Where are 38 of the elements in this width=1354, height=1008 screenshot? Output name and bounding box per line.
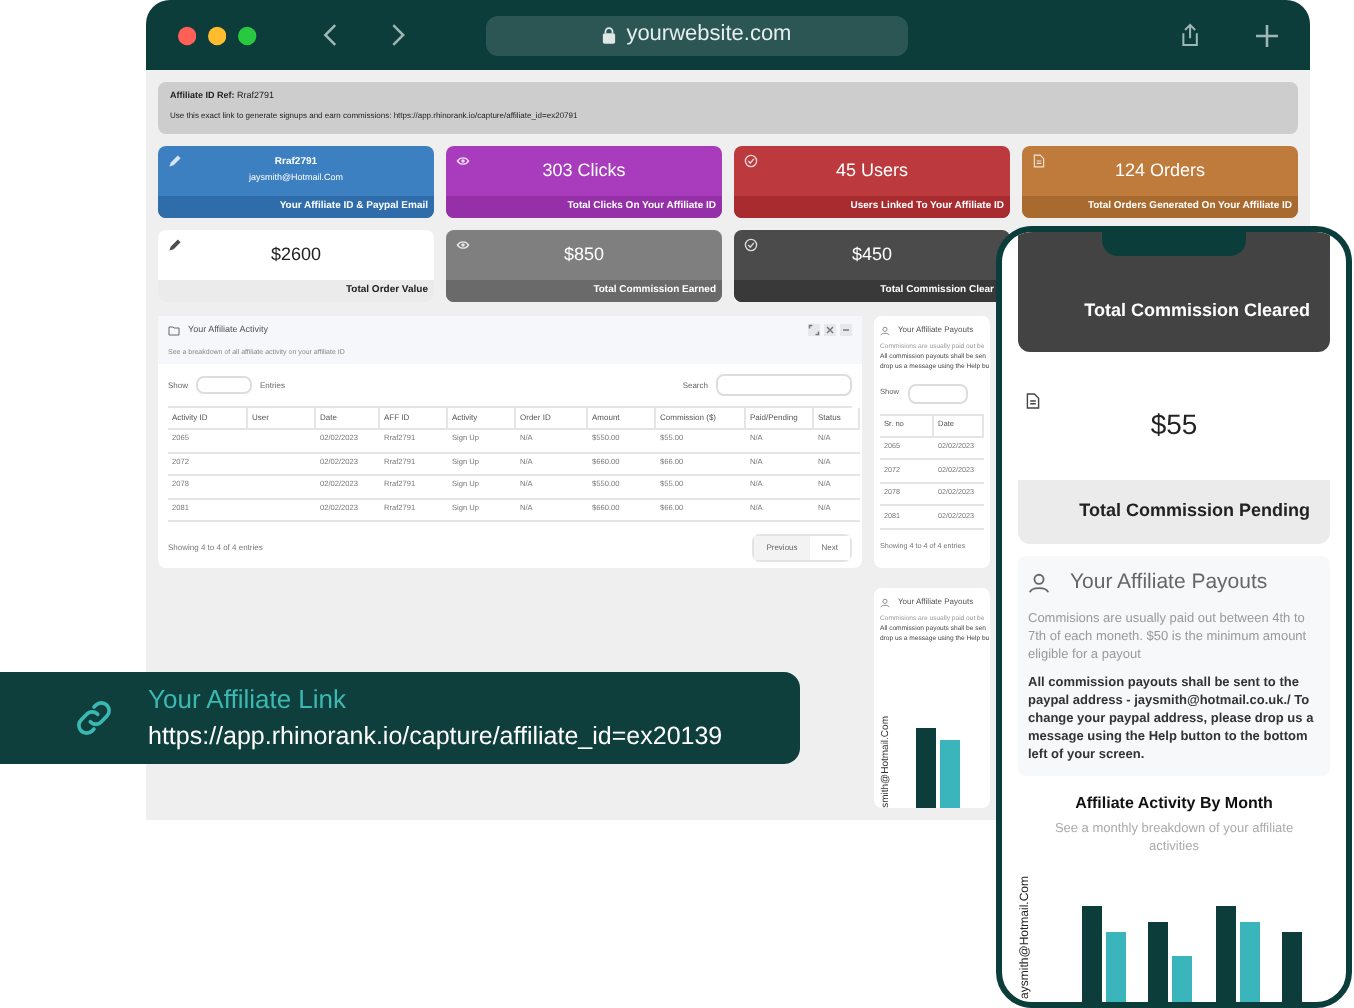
card-caption: Total Commission Pending [1079, 498, 1310, 525]
pencil-icon [168, 154, 182, 168]
phone-notch [1102, 232, 1246, 256]
link-title: Your Affiliate Link [148, 681, 349, 718]
pencil-icon [168, 238, 182, 252]
eye-icon [456, 154, 470, 168]
new-tab-icon[interactable] [1256, 23, 1278, 47]
document-icon [1026, 392, 1040, 410]
forward-icon[interactable] [389, 22, 407, 48]
address-bar[interactable]: yourwebsite.com [486, 15, 908, 55]
chart-title: Affiliate Activity By Month [1073, 791, 1275, 816]
card-value: $55 [1150, 405, 1198, 443]
search-field[interactable] [716, 374, 852, 396]
back-icon[interactable] [321, 22, 338, 48]
card-value: $850 [563, 241, 605, 268]
card-value: $2600 [270, 241, 322, 268]
share-icon[interactable] [1179, 22, 1200, 48]
card-title: Your Affiliate Payouts [1070, 568, 1268, 598]
expand-icon[interactable] [808, 324, 820, 337]
card-value: $450 [851, 241, 893, 268]
document-icon [1032, 154, 1046, 168]
card-value: 45 Users [835, 157, 908, 184]
close-icon[interactable] [824, 324, 836, 337]
check-circle-icon [744, 238, 758, 252]
check-circle-icon [744, 154, 758, 168]
lock-icon [602, 26, 617, 44]
card-value: 124 Orders [1114, 157, 1206, 184]
minimize-icon[interactable] [840, 324, 852, 337]
link-icon [72, 696, 116, 740]
user-icon [880, 597, 890, 607]
user-icon [880, 325, 890, 335]
eye-icon [456, 238, 470, 252]
card-value: 303 Clicks [542, 157, 626, 184]
url-text: yourwebsite.com [626, 20, 792, 51]
affiliate-url[interactable]: https://app.rhinorank.io/capture/affiliate_id=ex20139 [148, 718, 723, 757]
user-icon [1028, 572, 1050, 595]
card-caption: Total Commission Cleared [1084, 297, 1310, 323]
folder-icon [168, 325, 180, 336]
